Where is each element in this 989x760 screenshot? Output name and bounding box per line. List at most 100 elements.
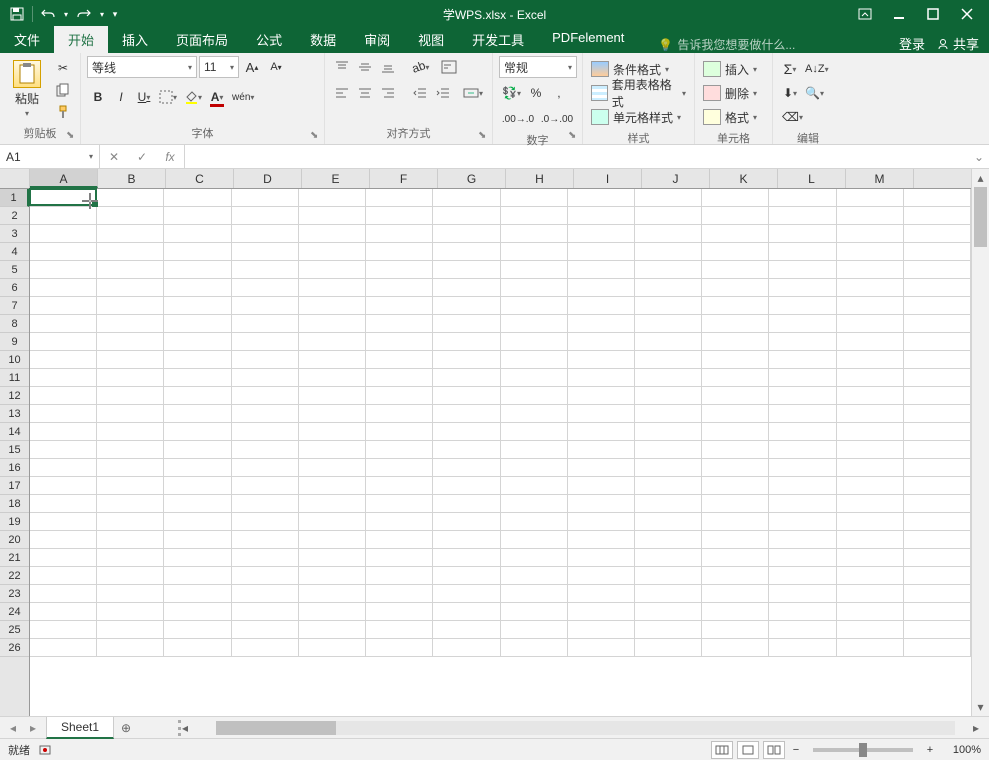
- cell[interactable]: [837, 351, 904, 369]
- cell[interactable]: [568, 315, 635, 333]
- font-color-button[interactable]: A▾: [206, 86, 228, 108]
- cancel-formula-button[interactable]: ✕: [100, 150, 128, 164]
- cell[interactable]: [366, 297, 433, 315]
- cell[interactable]: [97, 261, 164, 279]
- cell[interactable]: [164, 513, 231, 531]
- cell[interactable]: [97, 603, 164, 621]
- cell[interactable]: [635, 567, 702, 585]
- cell[interactable]: [702, 333, 769, 351]
- decrease-decimal-button[interactable]: .0→.00: [538, 108, 576, 130]
- cell[interactable]: [97, 243, 164, 261]
- cell[interactable]: [433, 243, 500, 261]
- increase-decimal-button[interactable]: .00→.0: [499, 108, 537, 130]
- cell[interactable]: [366, 477, 433, 495]
- cell[interactable]: [433, 279, 500, 297]
- cell[interactable]: [433, 639, 500, 657]
- cell[interactable]: [501, 333, 568, 351]
- cell[interactable]: [702, 603, 769, 621]
- cell[interactable]: [501, 477, 568, 495]
- cell[interactable]: [702, 369, 769, 387]
- row-header[interactable]: 9: [0, 333, 29, 351]
- cell[interactable]: [366, 423, 433, 441]
- cell[interactable]: [232, 423, 299, 441]
- redo-dropdown[interactable]: ▾: [97, 3, 107, 25]
- cell[interactable]: [635, 351, 702, 369]
- cell[interactable]: [164, 441, 231, 459]
- ribbon-tab[interactable]: 页面布局: [162, 26, 242, 53]
- cell[interactable]: [232, 639, 299, 657]
- cell[interactable]: [568, 279, 635, 297]
- cell[interactable]: [366, 243, 433, 261]
- cell[interactable]: [366, 315, 433, 333]
- column-header[interactable]: D: [234, 169, 302, 188]
- cell[interactable]: [837, 315, 904, 333]
- cell[interactable]: [164, 387, 231, 405]
- row-header[interactable]: 2: [0, 207, 29, 225]
- column-header[interactable]: L: [778, 169, 846, 188]
- ribbon-tab[interactable]: PDFelement: [538, 26, 638, 53]
- row-header[interactable]: 23: [0, 585, 29, 603]
- cell[interactable]: [769, 225, 836, 243]
- cell[interactable]: [904, 441, 971, 459]
- cell[interactable]: [702, 315, 769, 333]
- cell[interactable]: [769, 189, 836, 207]
- cell[interactable]: [433, 477, 500, 495]
- cell[interactable]: [702, 567, 769, 585]
- cell[interactable]: [702, 441, 769, 459]
- cell[interactable]: [299, 189, 366, 207]
- cell[interactable]: [30, 279, 97, 297]
- cell[interactable]: [299, 531, 366, 549]
- cell[interactable]: [702, 477, 769, 495]
- cell[interactable]: [501, 315, 568, 333]
- cell[interactable]: [702, 225, 769, 243]
- cell[interactable]: [97, 351, 164, 369]
- column-headers[interactable]: ABCDEFGHIJKLM: [30, 169, 971, 189]
- enter-formula-button[interactable]: ✓: [128, 150, 156, 164]
- cell[interactable]: [702, 351, 769, 369]
- page-break-view-button[interactable]: [763, 741, 785, 759]
- cell[interactable]: [30, 477, 97, 495]
- italic-button[interactable]: I: [110, 86, 132, 108]
- cell[interactable]: [97, 405, 164, 423]
- cell[interactable]: [299, 387, 366, 405]
- cell[interactable]: [299, 549, 366, 567]
- cell[interactable]: [164, 243, 231, 261]
- cell[interactable]: [501, 243, 568, 261]
- insert-cells-button[interactable]: 插入▾: [701, 58, 759, 80]
- cell[interactable]: [568, 531, 635, 549]
- number-format-combo[interactable]: 常规▾: [499, 56, 577, 78]
- cell[interactable]: [164, 315, 231, 333]
- cell[interactable]: [568, 639, 635, 657]
- cell[interactable]: [635, 243, 702, 261]
- cell[interactable]: [769, 549, 836, 567]
- align-top-button[interactable]: [331, 56, 353, 78]
- bold-button[interactable]: B: [87, 86, 109, 108]
- cell[interactable]: [232, 585, 299, 603]
- cell[interactable]: [164, 369, 231, 387]
- cell[interactable]: [568, 351, 635, 369]
- cell[interactable]: [299, 261, 366, 279]
- ribbon-tab[interactable]: 公式: [242, 26, 296, 53]
- cell[interactable]: [97, 567, 164, 585]
- cell[interactable]: [433, 261, 500, 279]
- cell[interactable]: [30, 387, 97, 405]
- cell[interactable]: [366, 621, 433, 639]
- font-size-combo[interactable]: 11▾: [199, 56, 239, 78]
- cell[interactable]: [433, 585, 500, 603]
- format-as-table-button[interactable]: 套用表格格式▾: [589, 82, 688, 104]
- cell[interactable]: [30, 189, 97, 207]
- cell[interactable]: [97, 369, 164, 387]
- cell[interactable]: [97, 531, 164, 549]
- cell[interactable]: [837, 243, 904, 261]
- cell[interactable]: [702, 189, 769, 207]
- cell[interactable]: [164, 567, 231, 585]
- qat-customize[interactable]: ▾: [109, 3, 121, 25]
- redo-button[interactable]: [73, 3, 95, 25]
- tell-me-search[interactable]: 💡 告诉我您想要做什么...: [658, 36, 795, 53]
- cell[interactable]: [299, 639, 366, 657]
- cell[interactable]: [501, 621, 568, 639]
- cell[interactable]: [30, 351, 97, 369]
- wrap-text-button[interactable]: [438, 56, 460, 78]
- ribbon-tab[interactable]: 开发工具: [458, 26, 538, 53]
- cell[interactable]: [232, 387, 299, 405]
